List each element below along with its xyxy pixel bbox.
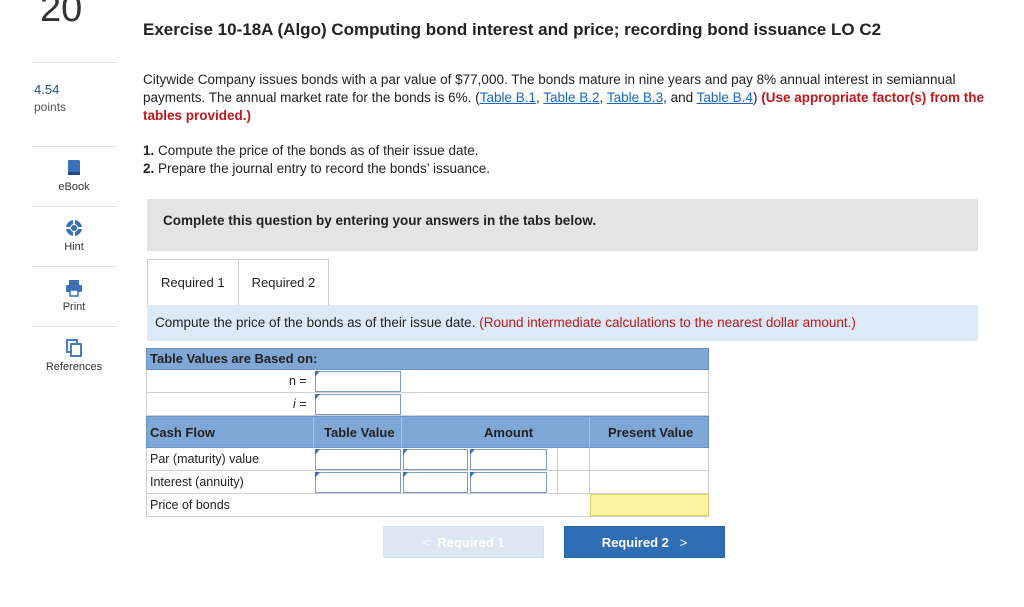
interest-amount-input[interactable] <box>470 472 547 493</box>
table-b3-link[interactable]: Table B.3 <box>607 90 663 105</box>
table-b2-link[interactable]: Table B.2 <box>543 90 599 105</box>
task-number: 1. <box>143 143 155 158</box>
divider <box>589 471 590 493</box>
references-label: References <box>45 361 103 373</box>
col-cash-flow: Cash Flow <box>150 425 216 440</box>
lifebuoy-icon <box>65 219 83 237</box>
table-b1-link[interactable]: Table B.1 <box>480 90 536 105</box>
chevron-left-icon: < <box>422 535 431 550</box>
tab-instruction: Compute the price of the bonds as of the… <box>147 305 978 341</box>
table-row: Price of bonds <box>146 494 709 517</box>
instructions-banner: Complete this question by entering your … <box>147 199 978 251</box>
divider <box>557 471 558 493</box>
task-list: 1. Compute the price of the bonds as of … <box>143 142 490 178</box>
col-present-value: Present Value <box>608 425 694 440</box>
row-label: Par (maturity) value <box>150 452 260 466</box>
points-value: 4.54 <box>34 82 60 97</box>
printer-icon <box>66 280 82 297</box>
row-label: Interest (annuity) <box>150 475 244 489</box>
banner-text: Complete this question by entering your … <box>163 213 597 228</box>
hint-button[interactable]: Hint <box>32 206 116 264</box>
chevron-right-icon: > <box>679 535 688 550</box>
next-label: Required 2 <box>601 535 669 550</box>
references-button[interactable]: References <box>32 326 116 384</box>
print-label: Print <box>62 301 86 313</box>
rail-divider <box>32 62 116 63</box>
divider <box>589 448 590 470</box>
tab-required-2[interactable]: Required 2 <box>237 259 330 305</box>
book-icon <box>68 160 80 175</box>
i-label: i = <box>293 397 307 411</box>
n-row: n = <box>146 370 709 393</box>
instruction-text: Compute the price of the bonds as of the… <box>155 315 480 330</box>
ebook-button[interactable]: eBook <box>32 146 116 204</box>
n-label: n = <box>289 374 307 388</box>
task-number: 2. <box>143 161 155 176</box>
divider <box>589 417 590 448</box>
bond-price-table: Table Values are Based on: n = i = Cash … <box>146 348 709 517</box>
tab-required-1[interactable]: Required 1 <box>147 259 239 305</box>
i-input[interactable] <box>315 394 401 415</box>
separator: , and <box>663 90 697 105</box>
points-label: points <box>34 100 67 114</box>
i-row: i = <box>146 393 709 416</box>
price-of-bonds-total <box>590 494 709 516</box>
col-amount: Amount <box>484 425 534 440</box>
par-factor-input[interactable] <box>403 449 468 470</box>
par-amount-input[interactable] <box>470 449 547 470</box>
rounding-note: (Round intermediate calculations to the … <box>479 315 856 330</box>
divider <box>401 417 402 448</box>
task-text: Compute the price of the bonds as of the… <box>158 143 479 158</box>
interest-table-value-input[interactable] <box>315 472 401 493</box>
problem-statement: Citywide Company issues bonds with a par… <box>143 71 993 125</box>
table-values-header: Table Values are Based on: <box>146 348 709 370</box>
exercise-title: Exercise 10-18A (Algo) Computing bond in… <box>143 20 882 39</box>
intro-text-end: ) <box>752 90 762 105</box>
next-required-button[interactable]: Required 2 > <box>564 526 725 558</box>
cashflow-header-row: Cash Flow Table Value Amount Present Val… <box>146 416 709 448</box>
par-table-value-input[interactable] <box>315 449 401 470</box>
divider <box>557 448 558 470</box>
task-text: Prepare the journal entry to record the … <box>158 161 490 176</box>
table-b4-link[interactable]: Table B.4 <box>697 90 753 105</box>
requirement-tabs: Required 1 Required 2 <box>147 259 330 305</box>
separator: , <box>599 90 607 105</box>
question-number: 20 <box>40 0 83 30</box>
col-table-value: Table Value <box>324 425 395 440</box>
hint-label: Hint <box>64 241 84 253</box>
task-item: 1. Compute the price of the bonds as of … <box>143 142 490 160</box>
prev-required-button[interactable]: < Required 1 <box>383 526 544 558</box>
ebook-label: eBook <box>58 181 90 193</box>
prev-label: Required 1 <box>437 535 505 550</box>
task-item: 2. Prepare the journal entry to record t… <box>143 160 490 178</box>
copy-icon <box>66 339 82 357</box>
table-row: Interest (annuity) <box>146 471 709 494</box>
print-button[interactable]: Print <box>32 266 116 324</box>
points-box: 4.54 points <box>34 82 114 114</box>
row-label: Price of bonds <box>150 498 230 512</box>
table-row: Par (maturity) value <box>146 448 709 471</box>
interest-factor-input[interactable] <box>403 472 468 493</box>
n-input[interactable] <box>315 371 401 392</box>
divider <box>313 417 314 448</box>
